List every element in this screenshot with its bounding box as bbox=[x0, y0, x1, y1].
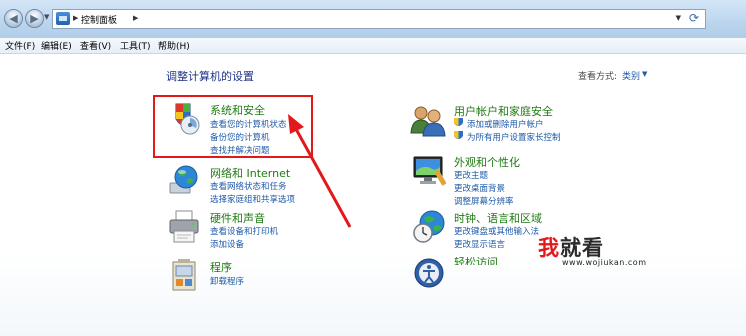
menu-view[interactable]: 查看(V) bbox=[80, 39, 111, 52]
printer-icon[interactable] bbox=[168, 209, 202, 245]
network-globe-icon[interactable] bbox=[168, 165, 202, 195]
category-title[interactable]: 用户帐户和家庭安全 bbox=[454, 103, 553, 119]
address-dropdown-icon[interactable]: ▼ bbox=[676, 14, 681, 22]
category-link[interactable]: 添加设备 bbox=[210, 238, 244, 250]
breadcrumb-chevron-icon[interactable]: ▶ bbox=[133, 14, 138, 22]
control-panel-icon bbox=[56, 12, 70, 25]
category-link[interactable]: 卸载程序 bbox=[210, 275, 244, 287]
category-link[interactable]: 查看设备和打印机 bbox=[210, 225, 278, 237]
uac-shield-icon bbox=[454, 131, 463, 139]
menu-file[interactable]: 文件(F) bbox=[5, 39, 35, 52]
menu-tools[interactable]: 工具(T) bbox=[120, 39, 151, 52]
breadcrumb-chevron-icon[interactable]: ▶ bbox=[73, 14, 78, 22]
category-link[interactable]: 查看网络状态和任务 bbox=[210, 180, 287, 192]
menu-edit[interactable]: 编辑(E) bbox=[41, 39, 72, 52]
category-title[interactable]: 轻松访问 bbox=[454, 257, 498, 265]
category-title[interactable]: 程序 bbox=[210, 259, 232, 275]
chevron-down-icon[interactable]: ▼ bbox=[642, 70, 647, 78]
control-panel-content: 调整计算机的设置 查看方式: 类别 ▼ 系统和安全 查看您的计算机状态 备份您的… bbox=[0, 54, 746, 336]
breadcrumb-control-panel[interactable]: 控制面板 bbox=[81, 13, 117, 26]
category-title[interactable]: 网络和 Internet bbox=[210, 165, 290, 181]
view-by-label: 查看方式: bbox=[578, 72, 618, 82]
clock-globe-icon[interactable] bbox=[412, 209, 448, 245]
title-bar: ◀ ▶ ▼ ▶ 控制面板 ▶ ▼ ⟳ bbox=[0, 0, 746, 38]
address-bar[interactable]: ▶ 控制面板 ▶ ▼ ⟳ bbox=[52, 9, 706, 29]
page-title: 调整计算机的设置 bbox=[166, 70, 254, 83]
category-link[interactable]: 调整屏幕分辨率 bbox=[454, 195, 514, 207]
refresh-icon[interactable]: ⟳ bbox=[689, 11, 699, 25]
category-title[interactable]: 时钟、语言和区域 bbox=[454, 210, 542, 226]
users-icon[interactable] bbox=[410, 103, 446, 137]
menu-bar: 文件(F) 编辑(E) 查看(V) 工具(T) 帮助(H) bbox=[0, 38, 746, 54]
programs-icon[interactable] bbox=[170, 258, 202, 292]
category-link[interactable]: 选择家庭组和共享选项 bbox=[210, 193, 295, 205]
menu-help[interactable]: 帮助(H) bbox=[158, 39, 190, 52]
category-link[interactable]: 更改键盘或其他输入法 bbox=[454, 225, 539, 237]
uac-shield-icon bbox=[454, 118, 463, 126]
category-link[interactable]: 更改桌面背景 bbox=[454, 182, 505, 194]
monitor-icon[interactable] bbox=[412, 154, 448, 188]
recent-pages-dropdown-icon[interactable]: ▼ bbox=[44, 13, 49, 21]
forward-button[interactable]: ▶ bbox=[25, 9, 44, 28]
watermark-url: www.wojiukan.com bbox=[562, 258, 647, 267]
category-link[interactable]: 为所有用户设置家长控制 bbox=[467, 131, 561, 143]
category-title[interactable]: 硬件和声音 bbox=[210, 210, 265, 226]
category-link[interactable]: 更改显示语言 bbox=[454, 238, 505, 250]
highlight-box bbox=[153, 95, 313, 158]
back-button[interactable]: ◀ bbox=[4, 9, 23, 28]
category-link[interactable]: 添加或删除用户帐户 bbox=[467, 118, 544, 130]
view-by-dropdown[interactable]: 类别 bbox=[622, 69, 640, 82]
category-link[interactable]: 更改主题 bbox=[454, 169, 488, 181]
category-title[interactable]: 外观和个性化 bbox=[454, 154, 520, 170]
ease-of-access-icon[interactable] bbox=[413, 257, 445, 289]
